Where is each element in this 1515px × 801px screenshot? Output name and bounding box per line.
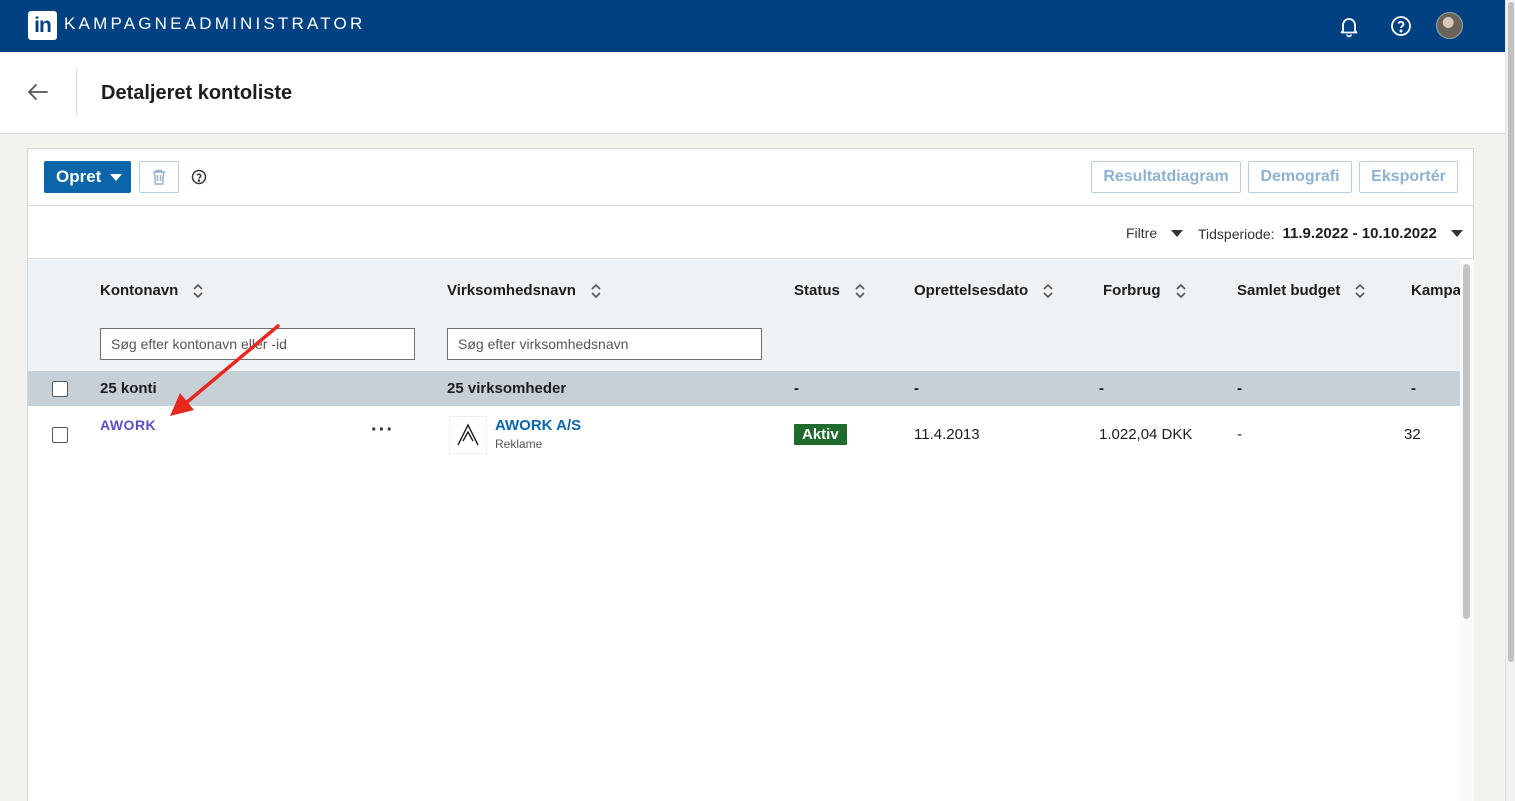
column-header-status[interactable]: Status (794, 282, 866, 299)
toolbar: Opret Resultatdiagram Demografi Eksporté… (28, 149, 1473, 206)
period-label: Tidsperiode: (1198, 225, 1275, 242)
delete-button[interactable] (139, 161, 179, 193)
top-navigation-bar: in KAMPAGNEADMINISTRATOR (0, 0, 1505, 52)
column-header-budget[interactable]: Samlet budget (1237, 282, 1366, 299)
page-title: Detaljeret kontoliste (101, 82, 293, 104)
campaigns-value: 32 (1404, 426, 1421, 443)
column-header-account[interactable]: Kontonavn (100, 282, 204, 299)
column-header-company[interactable]: Virksomhedsnavn (447, 282, 602, 299)
more-options-button[interactable]: ··· (371, 420, 395, 442)
column-label: Virksomhedsnavn (447, 282, 576, 299)
created-date: 11.4.2013 (914, 426, 980, 443)
page-header: Detaljeret kontoliste (0, 52, 1505, 134)
company-name-link[interactable]: AWORK A/S (495, 417, 581, 434)
filters-dropdown[interactable]: Filtre (1126, 225, 1184, 241)
summary-spend: - (1099, 380, 1104, 397)
sort-icon (1043, 283, 1053, 298)
sort-icon (855, 283, 865, 298)
export-button[interactable]: Eksportér (1359, 161, 1458, 193)
sort-icon (1175, 283, 1186, 298)
create-button-label: Opret (56, 167, 102, 186)
help-icon[interactable] (1389, 14, 1413, 38)
period-dropdown[interactable]: Tidsperiode: 11.9.2022 - 10.10.2022 (1198, 225, 1463, 242)
column-label: Oprettelsesdato (914, 282, 1029, 299)
row-checkbox[interactable] (52, 427, 68, 443)
table-header: Kontonavn Virksomhedsnavn Status Oprette… (28, 260, 1460, 371)
table-scrollbar-thumb[interactable] (1463, 264, 1470, 619)
column-header-created[interactable]: Oprettelsesdato (914, 282, 1054, 299)
caret-down-icon (1450, 230, 1463, 237)
summary-budget: - (1237, 380, 1242, 397)
account-search-input[interactable]: Søg efter kontonavn eller -id (100, 328, 415, 360)
period-value: 11.9.2022 - 10.10.2022 (1282, 225, 1437, 242)
page-scrollbar[interactable] (1505, 0, 1515, 801)
arrow-left-icon (28, 84, 48, 100)
spend-value: 1.022,04 DKK (1099, 426, 1193, 443)
create-button[interactable]: Opret (44, 161, 131, 193)
column-header-spend[interactable]: Forbrug (1103, 282, 1187, 299)
column-header-campaigns[interactable]: Kampa (1411, 282, 1460, 299)
caret-down-icon (1171, 229, 1184, 237)
accounts-card: Opret Resultatdiagram Demografi Eksporté… (27, 148, 1474, 801)
column-label: Forbrug (1103, 282, 1161, 299)
select-all-checkbox[interactable] (52, 381, 68, 397)
header-divider (76, 68, 77, 116)
bell-icon[interactable] (1337, 14, 1361, 38)
help-icon[interactable] (190, 168, 208, 186)
sort-icon (1355, 283, 1365, 298)
filters-label: Filtre (1126, 225, 1158, 241)
caret-down-icon (110, 173, 123, 181)
back-button[interactable] (24, 78, 56, 106)
company-search-input[interactable]: Søg efter virksomhedsnavn (447, 328, 762, 360)
company-type: Reklame (495, 437, 543, 451)
summary-row: 25 konti 25 virksomheder - - - - - (28, 371, 1460, 406)
linkedin-logo[interactable]: in (28, 11, 57, 40)
results-chart-button[interactable]: Resultatdiagram (1091, 161, 1241, 193)
awork-logo-icon (457, 423, 479, 446)
filter-bar: Filtre Tidsperiode: 11.9.2022 - 10.10.20… (28, 206, 1473, 259)
app-title: KAMPAGNEADMINISTRATOR (64, 14, 366, 33)
budget-value: - (1237, 426, 1242, 443)
sort-icon (193, 283, 203, 298)
trash-icon (153, 169, 165, 185)
summary-status: - (794, 380, 799, 397)
column-label: Status (794, 282, 840, 299)
page-scrollbar-thumb[interactable] (1508, 2, 1514, 662)
status-badge: Aktiv (794, 424, 847, 445)
summary-companies: 25 virksomheder (447, 380, 567, 397)
summary-accounts: 25 konti (100, 380, 157, 397)
summary-campaigns: - (1411, 380, 1416, 397)
company-logo (449, 416, 487, 454)
avatar[interactable] (1436, 12, 1463, 39)
column-label: Samlet budget (1237, 282, 1341, 299)
table-row: AWORK ··· AWORK A/S Reklame Aktiv 11.4.2… (28, 406, 1460, 464)
account-name-link[interactable]: AWORK (100, 417, 156, 433)
summary-created: - (914, 380, 919, 397)
column-label: Kontonavn (100, 282, 179, 299)
sort-icon (591, 283, 601, 298)
table-scrollbar[interactable] (1460, 260, 1474, 801)
demographics-button[interactable]: Demografi (1248, 161, 1352, 193)
column-label: Kampa (1411, 282, 1460, 299)
